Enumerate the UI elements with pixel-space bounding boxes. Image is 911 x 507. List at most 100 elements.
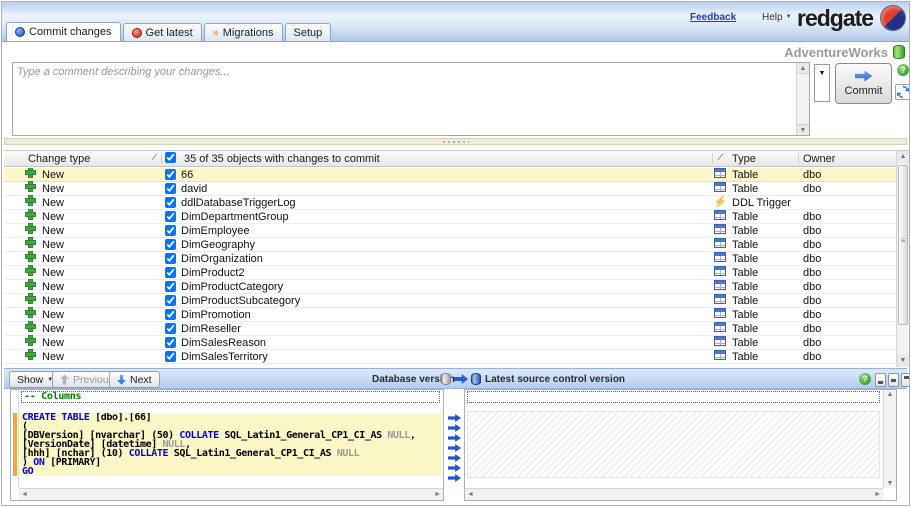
new-change-icon bbox=[26, 280, 35, 289]
commit-arrow-icon bbox=[854, 70, 873, 82]
scroll-left-icon[interactable]: ◄ bbox=[467, 489, 474, 501]
object-checkbox[interactable] bbox=[165, 225, 176, 236]
layout-full-button[interactable] bbox=[901, 373, 909, 387]
object-checkbox[interactable] bbox=[165, 351, 176, 362]
table-row[interactable]: New DimProduct2 Table dbo bbox=[4, 266, 896, 280]
tab-migrations[interactable]: » Migrations bbox=[203, 23, 283, 41]
source-control-version-pane: ▲ ▼ ◄ ► bbox=[464, 389, 897, 501]
tab-label: Get latest bbox=[145, 26, 193, 39]
layout-split-button[interactable] bbox=[888, 373, 899, 387]
sort-indicator-icon: ∕ bbox=[154, 152, 156, 162]
help-menu[interactable]: Help ▼ bbox=[762, 12, 792, 23]
table-icon bbox=[714, 238, 726, 248]
table-row[interactable]: New DimOrganization Table dbo bbox=[4, 252, 896, 266]
type-label: Table bbox=[732, 169, 759, 181]
table-icon bbox=[714, 182, 726, 192]
object-checkbox[interactable] bbox=[165, 239, 176, 250]
feedback-link[interactable]: Feedback bbox=[690, 12, 736, 23]
object-name: DimProductSubcategory bbox=[181, 295, 301, 307]
refresh-icon bbox=[897, 86, 909, 98]
database-row: AdventureWorks bbox=[2, 43, 905, 61]
table-row[interactable]: New DimProductSubcategory Table dbo bbox=[4, 294, 896, 308]
scroll-up-icon[interactable]: ▲ bbox=[897, 151, 909, 163]
column-type[interactable]: Type bbox=[732, 152, 756, 166]
column-change-type[interactable]: Change type bbox=[28, 152, 90, 166]
column-divider bbox=[712, 153, 713, 164]
object-name: DimOrganization bbox=[181, 253, 263, 265]
tab-commit-changes[interactable]: Commit changes bbox=[6, 22, 121, 41]
scrollbar-thumb[interactable]: ≡ bbox=[898, 165, 908, 325]
object-checkbox[interactable] bbox=[165, 197, 176, 208]
table-row[interactable]: New DimDepartmentGroup Table dbo bbox=[4, 210, 896, 224]
right-pane-hscrollbar[interactable]: ◄ ► bbox=[465, 488, 883, 500]
comment-history-dropdown[interactable]: ▼ bbox=[814, 64, 830, 102]
object-checkbox[interactable] bbox=[165, 309, 176, 320]
right-pane-vscrollbar[interactable]: ▲ ▼ bbox=[883, 390, 896, 488]
scroll-right-icon[interactable]: ► bbox=[874, 489, 881, 501]
table-row[interactable]: New DimSalesReason Table dbo bbox=[4, 336, 896, 350]
tab-get-latest[interactable]: Get latest bbox=[122, 23, 202, 41]
grid-header: Change type ∕ 35 of 35 objects with chan… bbox=[4, 151, 896, 167]
select-all-checkbox[interactable] bbox=[165, 152, 176, 163]
object-checkbox[interactable] bbox=[165, 281, 176, 292]
owner-label: dbo bbox=[803, 239, 822, 251]
table-row[interactable]: New ddlDatabaseTriggerLog ⚡ DDL Trigger bbox=[4, 196, 896, 210]
object-checkbox[interactable] bbox=[165, 267, 176, 278]
refresh-button[interactable] bbox=[895, 84, 909, 100]
table-row[interactable]: New 66 Table dbo bbox=[4, 168, 896, 182]
scroll-left-icon[interactable]: ◄ bbox=[21, 489, 28, 501]
change-margin bbox=[11, 390, 19, 488]
table-row[interactable]: New DimPromotion Table dbo bbox=[4, 308, 896, 322]
commit-button[interactable]: Commit bbox=[835, 63, 892, 104]
column-objects[interactable]: 35 of 35 objects with changes to commit bbox=[184, 152, 380, 166]
scroll-down-icon[interactable]: ▼ bbox=[884, 480, 896, 487]
object-checkbox[interactable] bbox=[165, 337, 176, 348]
object-checkbox[interactable] bbox=[165, 323, 176, 334]
diff-help-icon[interactable]: ? bbox=[859, 373, 871, 385]
diff-gutter bbox=[445, 389, 464, 501]
change-type-label: New bbox=[42, 169, 65, 181]
change-direction-arrow-icon bbox=[448, 414, 461, 422]
table-row[interactable]: New DimEmployee Table dbo bbox=[4, 224, 896, 238]
scroll-up-icon[interactable]: ▲ bbox=[884, 391, 896, 398]
table-row[interactable]: New DimGeography Table dbo bbox=[4, 238, 896, 252]
table-row[interactable]: New DimReseller Table dbo bbox=[4, 322, 896, 336]
next-button[interactable]: Next bbox=[109, 371, 160, 388]
help-icon[interactable]: ? bbox=[897, 64, 909, 76]
new-change-icon bbox=[26, 196, 35, 205]
object-name: DimProduct2 bbox=[181, 267, 245, 279]
layout-bottom-button[interactable] bbox=[875, 373, 886, 387]
object-checkbox[interactable] bbox=[165, 295, 176, 306]
source-control-version-label: Latest source control version bbox=[485, 374, 626, 385]
scroll-right-icon[interactable]: ► bbox=[434, 489, 441, 501]
type-label: Table bbox=[732, 351, 759, 363]
left-pane-hscrollbar[interactable]: ◄ ► bbox=[19, 488, 443, 500]
type-label: Table bbox=[732, 183, 759, 195]
comment-input[interactable] bbox=[13, 63, 796, 135]
object-checkbox[interactable] bbox=[165, 169, 176, 180]
owner-label: dbo bbox=[803, 337, 822, 349]
new-change-icon bbox=[26, 350, 35, 359]
table-row[interactable]: New david Table dbo bbox=[4, 182, 896, 196]
column-owner[interactable]: Owner bbox=[803, 152, 835, 166]
change-type-label: New bbox=[42, 281, 65, 293]
tab-label: Migrations bbox=[222, 26, 274, 39]
table-row[interactable]: New DimProductCategory Table dbo bbox=[4, 280, 896, 294]
object-checkbox[interactable] bbox=[165, 253, 176, 264]
sql-changed-block: CREATE TABLE [dbo].[66]([DBVersion] [nva… bbox=[20, 413, 441, 476]
commit-changes-orb-icon bbox=[15, 27, 25, 37]
grid-scrollbar[interactable]: ▲ ≡ ▼ bbox=[896, 151, 909, 367]
tab-setup[interactable]: Setup bbox=[284, 23, 332, 41]
scroll-up-icon[interactable]: ▲ bbox=[797, 63, 809, 74]
object-checkbox[interactable] bbox=[165, 211, 176, 222]
table-row[interactable]: New DimSalesTerritory Table dbo bbox=[4, 350, 896, 364]
database-version-icon bbox=[441, 373, 451, 385]
comment-scrollbar[interactable]: ▲ ▼ bbox=[796, 63, 809, 135]
redgate-ball-icon bbox=[880, 5, 906, 31]
scroll-down-icon[interactable]: ▼ bbox=[797, 124, 809, 135]
object-checkbox[interactable] bbox=[165, 183, 176, 194]
scroll-down-icon[interactable]: ▼ bbox=[897, 355, 909, 367]
object-name: 66 bbox=[181, 169, 194, 181]
horizontal-splitter[interactable] bbox=[4, 138, 907, 145]
owner-label: dbo bbox=[803, 183, 822, 195]
